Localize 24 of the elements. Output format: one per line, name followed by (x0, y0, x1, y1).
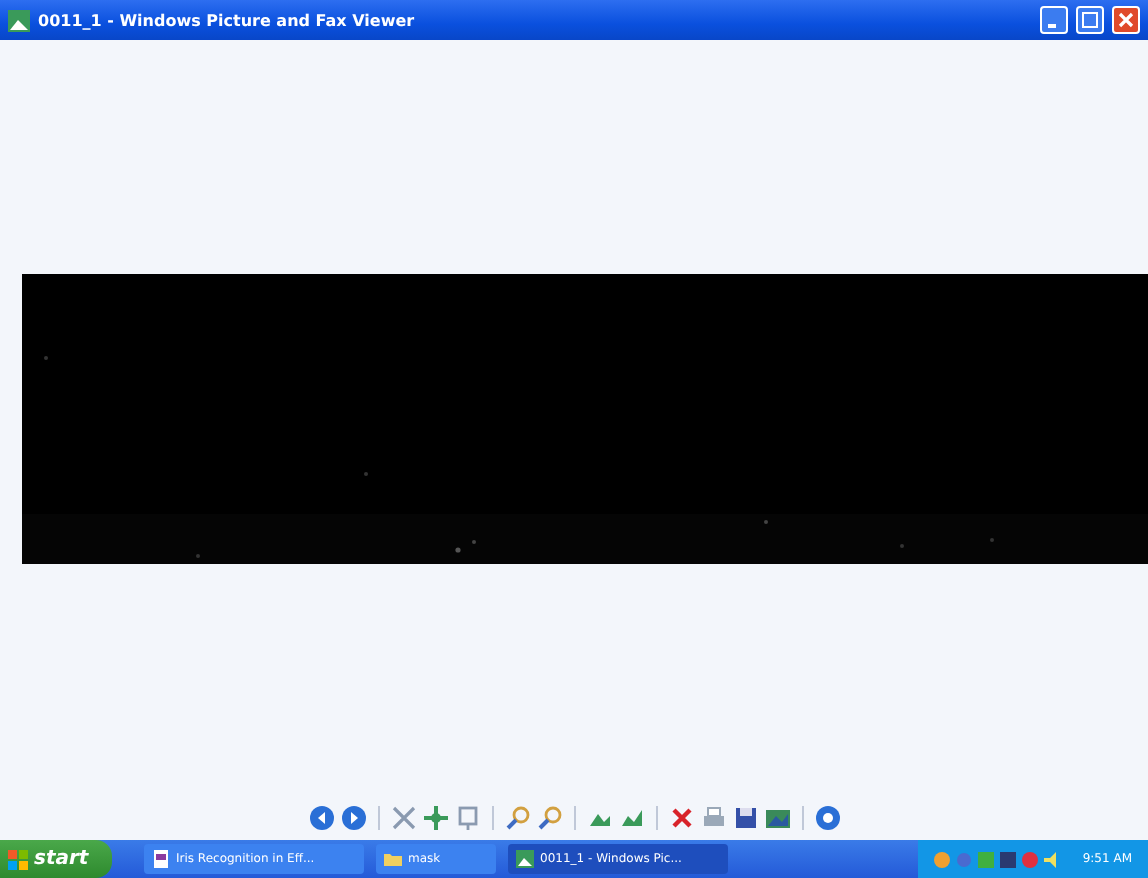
maximize-icon (1082, 12, 1098, 28)
image-viewer-icon (8, 9, 30, 31)
start-button[interactable]: start (0, 840, 112, 878)
actual-size-icon[interactable] (421, 804, 449, 832)
zoom-in-icon[interactable] (503, 804, 531, 832)
close-icon (1118, 12, 1134, 28)
folder-icon (384, 850, 402, 868)
delete-icon[interactable] (667, 804, 695, 832)
save-icon[interactable] (731, 804, 759, 832)
document-icon (152, 850, 170, 868)
maximize-button[interactable] (1076, 6, 1104, 34)
previous-icon[interactable] (307, 804, 335, 832)
zoom-out-icon[interactable] (535, 804, 563, 832)
window-title: 0011_1 - Windows Picture and Fax Viewer (38, 11, 415, 29)
minimize-button[interactable] (1040, 6, 1068, 34)
slideshow-icon[interactable] (453, 804, 481, 832)
windows-logo-icon (8, 849, 28, 869)
image-viewer-icon (516, 850, 534, 868)
close-button[interactable] (1112, 6, 1140, 34)
next-icon[interactable] (339, 804, 367, 832)
edit-icon[interactable] (763, 804, 791, 832)
best-fit-icon[interactable] (389, 804, 417, 832)
help-icon[interactable] (813, 804, 841, 832)
speaker-icon[interactable] (1044, 851, 1061, 867)
